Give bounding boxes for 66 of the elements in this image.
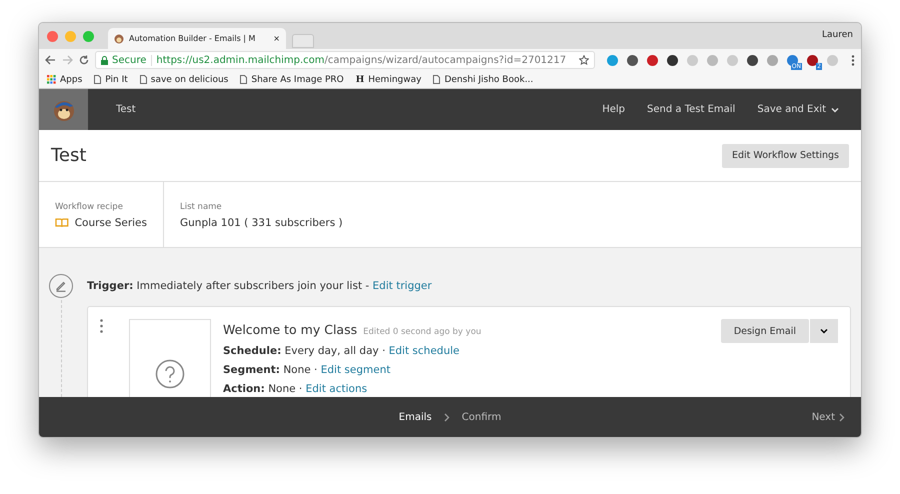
star-icon[interactable] — [579, 55, 589, 65]
chevron-icon — [444, 412, 450, 422]
url-host: https://us2.admin.mailchimp.com — [156, 54, 325, 66]
page-icon — [140, 75, 147, 84]
step-tab[interactable]: Confirm — [462, 412, 502, 422]
page-icon — [94, 75, 102, 84]
lock-icon — [101, 56, 108, 64]
forward-icon[interactable] — [62, 55, 73, 65]
caret-icon — [831, 106, 839, 114]
info-label: Workflow recipe — [55, 202, 124, 212]
email-title: Welcome to my Class — [223, 322, 358, 337]
edit-link[interactable]: Edit actions — [306, 383, 368, 395]
logo[interactable] — [39, 89, 88, 130]
campaign-name: Test — [116, 104, 137, 115]
page-title: Test — [51, 145, 86, 166]
email-detail: Segment: None · Edit segment — [223, 364, 392, 376]
bookmark-link[interactable]: Pin It — [94, 74, 128, 84]
info-value: Course Series — [74, 217, 147, 229]
url-path: /campaigns/wizard/autocampaigns?id=2701217 — [324, 54, 568, 66]
address-bar[interactable]: Secure https://us2.admin.mailchimp.com/campaigns/wizard/autocampaigns?id=2701217 — [95, 51, 595, 69]
edit-link[interactable]: Edit schedule — [388, 345, 460, 357]
close-window-button[interactable] — [47, 30, 58, 42]
extension-icon[interactable] — [747, 54, 758, 66]
pencil-icon — [49, 274, 73, 298]
secure-label: Secure — [112, 54, 152, 66]
extension-icon[interactable] — [647, 54, 658, 66]
tab-title: Automation Builder - Emails | M — [129, 34, 256, 43]
trigger-text: Trigger: Immediately after subscribers join your list - Edit trigger — [87, 280, 432, 292]
edit-trigger-link[interactable]: Edit trigger — [372, 280, 432, 292]
caret-icon — [820, 327, 828, 335]
extension-icon[interactable] — [667, 54, 678, 66]
question-icon — [155, 359, 185, 389]
bookmark-link[interactable]: Apps — [47, 74, 82, 84]
back-icon[interactable] — [45, 55, 56, 65]
nav-link[interactable]: Save and Exit — [757, 104, 839, 115]
nav-link[interactable]: Help — [602, 104, 626, 115]
drag-handle-icon[interactable] — [100, 319, 103, 333]
browser-tab[interactable]: Automation Builder - Emails | M × — [108, 28, 286, 49]
edit-link[interactable]: Edit segment — [320, 364, 390, 376]
monkey-icon — [114, 34, 124, 44]
edit-settings-button[interactable]: Edit Workflow Settings — [722, 144, 849, 168]
email-detail: Action: None · Edit actions — [223, 383, 368, 395]
design-email-button[interactable]: Design Email — [720, 319, 809, 343]
dropdown-button[interactable] — [810, 319, 838, 343]
chevron-icon — [839, 412, 845, 422]
bookmark-letter-icon: H — [356, 74, 364, 84]
menu-icon[interactable] — [851, 54, 855, 66]
extension-icon[interactable] — [627, 54, 638, 66]
edited-note: Edited 0 second ago by you — [363, 327, 482, 337]
tab-close-button[interactable]: × — [273, 34, 280, 43]
reload-icon[interactable] — [79, 55, 89, 65]
page-icon — [240, 75, 248, 84]
email-detail: Schedule: Every day, all day · Edit schedule — [223, 345, 460, 357]
page-icon — [433, 75, 440, 84]
bookmark-link[interactable]: Denshi Jisho Book... — [433, 74, 534, 84]
bookmark-link[interactable]: H Hemingway — [356, 74, 422, 84]
maximize-window-button[interactable] — [83, 30, 94, 42]
info-label: List name — [180, 202, 223, 212]
info-value: Gunpla 101 ( 331 subscribers ) — [180, 217, 343, 229]
bookmark-link[interactable]: Share As Image PRO — [240, 74, 344, 84]
bookmark-link[interactable]: save on delicious — [140, 74, 228, 84]
step-tab[interactable]: Emails — [398, 412, 432, 422]
profile-name[interactable]: Lauren — [822, 30, 853, 40]
next-button[interactable]: Next — [812, 412, 845, 422]
apps-grid-icon — [47, 75, 56, 84]
nav-link[interactable]: Send a Test Email — [647, 104, 736, 115]
